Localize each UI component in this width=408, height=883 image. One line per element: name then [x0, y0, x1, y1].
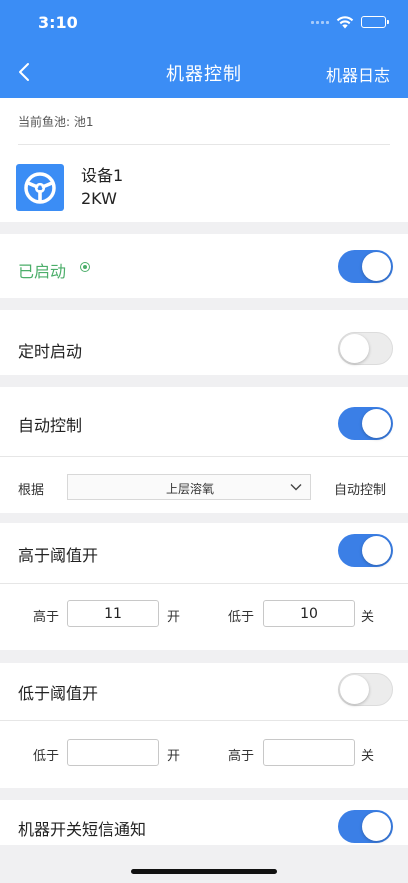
started-toggle[interactable]: [338, 250, 393, 283]
divider: [0, 456, 408, 457]
timed-start-label: 定时启动: [18, 342, 83, 361]
wifi-icon: [336, 15, 354, 28]
battery-icon: [361, 16, 389, 28]
auto-control-suffix: 自动控制: [334, 483, 387, 498]
above-threshold-label: 高于阈值开: [18, 546, 99, 565]
device-name: 设备1: [81, 166, 124, 185]
above-on-action: 开: [167, 610, 181, 625]
signal-icon: [311, 20, 329, 24]
divider: [18, 144, 390, 145]
above-off-action: 关: [361, 610, 375, 625]
started-row: 已启动: [0, 234, 408, 298]
above-left-label: 高于: [33, 610, 60, 625]
above-on-threshold-input[interactable]: [67, 600, 159, 627]
sms-notify-row: 机器开关短信通知: [0, 800, 408, 845]
below-right-label: 高于: [228, 749, 255, 764]
auto-control-label: 自动控制: [18, 416, 83, 435]
below-on-action: 开: [167, 749, 181, 764]
divider: [0, 583, 408, 584]
sensor-select[interactable]: 上层溶氧: [67, 474, 311, 500]
timed-start-row: 定时启动: [0, 310, 408, 375]
status-time: 3:10: [38, 13, 78, 32]
below-threshold-label: 低于阈值开: [18, 684, 99, 703]
header: 3:10 机器控制 机器日志: [0, 0, 408, 98]
below-off-threshold-input[interactable]: [263, 739, 355, 766]
above-threshold-section: 高于阈值开: [0, 523, 408, 650]
basis-label: 根据: [18, 483, 45, 498]
machine-log-link[interactable]: 机器日志: [326, 62, 390, 86]
below-on-threshold-input[interactable]: [67, 739, 159, 766]
sms-notify-label: 机器开关短信通知: [18, 820, 147, 839]
device-card: 当前鱼池: 池1 设备1 2KW: [0, 98, 408, 222]
below-threshold-toggle[interactable]: [338, 673, 393, 706]
below-off-action: 关: [361, 749, 375, 764]
running-status-icon: [80, 262, 90, 272]
divider: [0, 720, 408, 721]
below-threshold-section: 低于阈值开: [0, 663, 408, 788]
sensor-select-value: 上层溶氧: [165, 482, 214, 496]
status-icons: [311, 15, 389, 29]
above-threshold-toggle[interactable]: [338, 534, 393, 567]
chevron-down-icon: [290, 484, 302, 491]
above-off-threshold-input[interactable]: [263, 600, 355, 627]
device-avatar: [16, 164, 64, 211]
steering-wheel-icon: [24, 171, 56, 204]
home-indicator: [131, 869, 277, 874]
status-bar: 3:10: [0, 0, 408, 44]
below-left-label: 低于: [33, 749, 60, 764]
nav-bar: 机器控制 机器日志: [0, 48, 408, 96]
timed-start-toggle[interactable]: [338, 332, 393, 365]
current-pond-label: 当前鱼池: 池1: [18, 115, 94, 129]
started-label: 已启动: [18, 262, 67, 281]
device-power: 2KW: [81, 189, 117, 208]
auto-control-toggle[interactable]: [338, 407, 393, 440]
sms-notify-toggle[interactable]: [338, 810, 393, 843]
above-right-label: 低于: [228, 610, 255, 625]
